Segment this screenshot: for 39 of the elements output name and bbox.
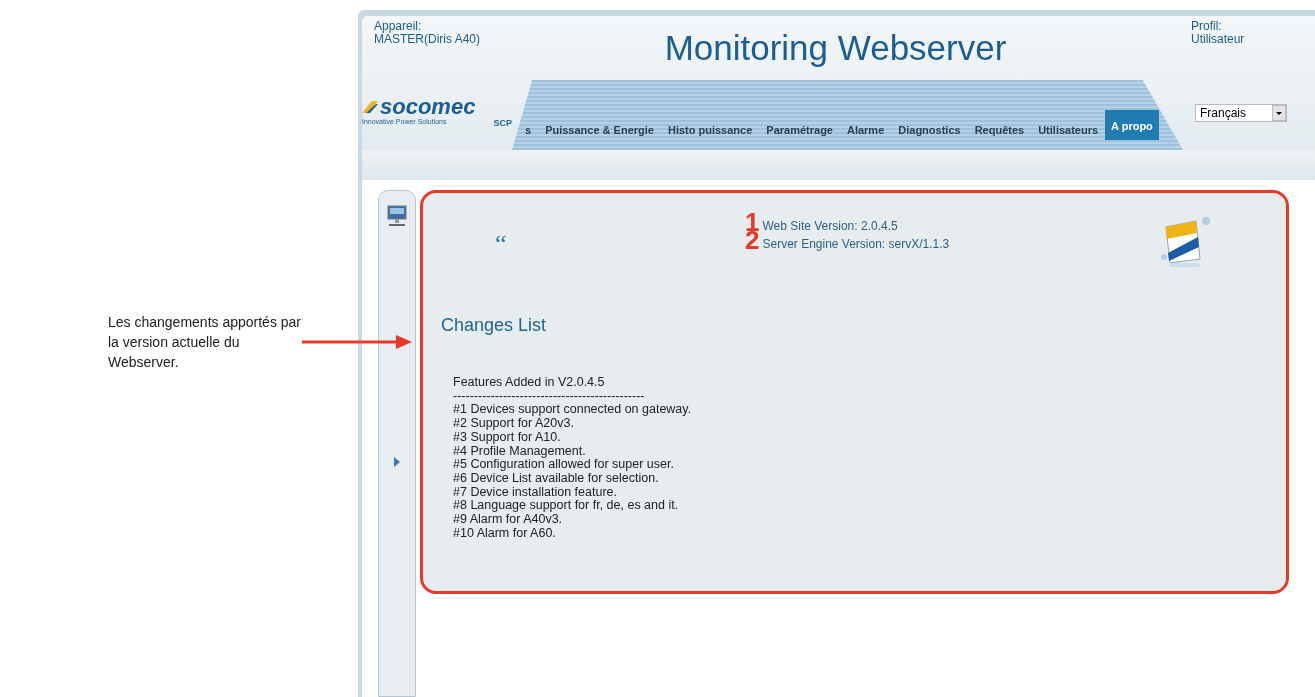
change-line: #10 Alarm for A60. <box>453 526 557 541</box>
logo-name: socomec <box>380 96 476 118</box>
change-line: #7 Device installation feature. <box>453 485 618 500</box>
arrow-icon <box>302 334 412 350</box>
change-line: #9 Alarm for A40v3. <box>453 513 564 527</box>
change-line: #4 Profile Management. <box>453 444 587 459</box>
logo-suffix: SCP <box>493 118 512 128</box>
monitor-icon[interactable] <box>386 205 408 227</box>
expand-arrow-icon[interactable] <box>394 457 400 467</box>
change-line: #2 Support for A20v3. <box>453 417 575 431</box>
change-line: #5 Configuration allowed for super user. <box>453 458 675 472</box>
change-line: #3 Support for A10. <box>453 430 562 445</box>
device-name: MASTER(Diris A40) <box>374 33 480 46</box>
nav-tab[interactable]: Diagnostics <box>891 120 968 140</box>
section-heading: Changes List <box>441 315 548 336</box>
change-line: #6 Device List available for selection. <box>453 471 660 486</box>
nav-tab[interactable]: Paramétrage <box>759 120 840 140</box>
change-line: ---------------------------------------------- <box>453 389 646 404</box>
nav-tab[interactable]: A propo <box>1105 110 1159 140</box>
dropdown-icon <box>1272 105 1286 121</box>
nav-tab[interactable]: Utilisateurs <box>1031 120 1106 140</box>
profile-label: Profil: <box>1191 20 1223 33</box>
nav-tab[interactable]: Puissance & Energie <box>538 120 661 140</box>
annotation-text: Les changements apportés par la version actuelle du Webserver. <box>108 313 302 372</box>
language-select[interactable]: Français <box>1195 104 1287 122</box>
change-line: #8 Language support for fr, de, es and it. <box>453 499 680 514</box>
nav-tab[interactable]: Alarme <box>839 120 892 140</box>
version-text: Server Engine Version: servX/1.1.3 <box>762 237 950 251</box>
nav-tab[interactable]: Histo puissance <box>660 120 760 140</box>
change-line: #1 Devices support connected on gateway. <box>453 403 693 418</box>
change-line: Features Added in V2.0.4.5 <box>453 376 606 390</box>
nav-tab[interactable]: Requêtes <box>967 120 1032 140</box>
logo-icon <box>362 101 378 113</box>
quote-mark: “ <box>494 228 508 259</box>
device-label: Appareil: <box>374 20 423 33</box>
profile-name: Utilisateur <box>1191 33 1246 46</box>
version-text: Web Site Version: 2.0.4.5 <box>762 219 898 233</box>
page-title: Monitoring Webserver <box>663 27 1008 68</box>
nav-tab[interactable]: s <box>518 120 539 140</box>
